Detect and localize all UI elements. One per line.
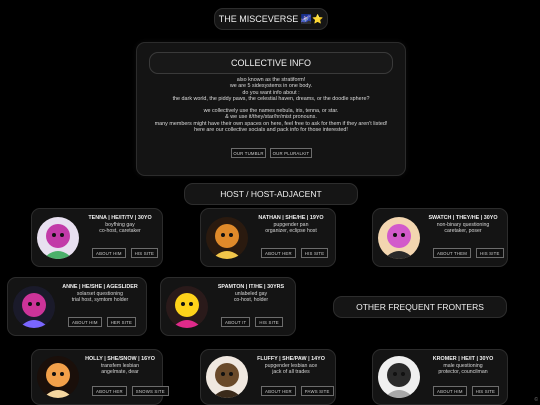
member-buttons: ABOUT HIM HIS SITE: [433, 386, 500, 396]
member-info: SPAMTON | IT/HE | 30YRS unlabeled gay co-h…: [211, 284, 291, 303]
member-buttons: ABOUT HIM HIS SITE: [92, 248, 159, 258]
member-avatar: [37, 217, 79, 259]
member-info: NATHAN | SHE/HE | 19YO pupgender pan organ…: [251, 215, 331, 234]
info-line: the dark world, the piddy paws, the cele…: [172, 95, 370, 102]
member-card: ANNE | HE/SHE | AGESLIDER solarset questi…: [7, 277, 147, 336]
member-info: SWATCH | THEY/HE | 30YO non-binary questi…: [423, 215, 503, 234]
member-avatar: [13, 286, 55, 328]
about-member-button[interactable]: ABOUT THEM: [433, 248, 472, 258]
other-fronters-heading: OTHER FREQUENT FRONTERS: [333, 296, 507, 318]
member-site-button[interactable]: HIS SITE: [130, 248, 159, 258]
member-site-button[interactable]: HIS SITE: [300, 248, 329, 258]
member-name: KROMER | HE/IT | 30YO: [432, 356, 494, 362]
member-avatar: [378, 217, 420, 259]
member-buttons: ABOUT HER HIS SITE: [261, 248, 329, 258]
member-avatar: [37, 356, 79, 398]
member-name: NATHAN | SHE/HE | 19YO: [258, 215, 324, 221]
member-buttons: ABOUT HER PAWS SITE: [261, 386, 334, 396]
member-name: FLUFFY | SHE/PAW | 14YO: [257, 356, 325, 362]
member-description: jack of all trades: [272, 368, 310, 375]
member-buttons: ABOUT HER SNOWS SITE: [92, 386, 169, 396]
member-info: FLUFFY | SHE/PAW | 14YO pupgender lesbian…: [251, 356, 331, 375]
member-site-button[interactable]: HIS SITE: [255, 317, 283, 327]
member-card: FLUFFY | SHE/PAW | 14YO pupgender lesbian…: [200, 349, 336, 405]
member-site-button[interactable]: HER SITE: [106, 317, 137, 327]
about-member-button[interactable]: ABOUT HER: [261, 386, 296, 396]
member-description: angelmate, dear: [101, 368, 139, 375]
member-site-button[interactable]: HIS SITE: [471, 386, 500, 396]
about-member-button[interactable]: ABOUT HER: [92, 386, 127, 396]
member-info: HOLLY | SHE/SNOW | 16YO transfem lesbian a…: [82, 356, 158, 375]
member-site-button[interactable]: PAWS SITE: [300, 386, 334, 396]
member-card: SPAMTON | IT/HE | 30YRS unlabeled gay co-h…: [160, 277, 296, 336]
member-name: ANNE | HE/SHE | AGESLIDER: [62, 284, 138, 290]
member-description: organizer, eclipse host: [265, 227, 317, 234]
our-pluralkit-button[interactable]: OUR PLURALKIT: [270, 148, 312, 158]
member-avatar: [206, 217, 248, 259]
member-name: TENNA | HE/IT/TV | 30YO: [88, 215, 152, 221]
member-description: caretaker, poser: [444, 227, 482, 234]
collective-info-heading: COLLECTIVE INFO: [149, 52, 393, 74]
about-member-button[interactable]: ABOUT HIM: [92, 248, 126, 258]
about-member-button[interactable]: ABOUT HIM: [433, 386, 467, 396]
member-info: KROMER | HE/IT | 30YO male questioning pro…: [423, 356, 503, 375]
about-member-button[interactable]: ABOUT HIM: [68, 317, 102, 327]
member-info: TENNA | HE/IT/TV | 30YO boyfhing gay co-ho…: [82, 215, 158, 234]
member-avatar: [378, 356, 420, 398]
member-card: SWATCH | THEY/HE | 30YO non-binary questi…: [372, 208, 508, 267]
member-name: SPAMTON | IT/HE | 30YRS: [217, 284, 285, 290]
member-buttons: ABOUT IT HIS SITE: [221, 317, 283, 327]
member-name: SWATCH | THEY/HE | 30YO: [428, 215, 498, 221]
collective-info-panel: COLLECTIVE INFO also known as the strati…: [136, 42, 406, 176]
site-title: THE MISCEVERSE 🌌⭐: [214, 8, 328, 30]
member-site-button[interactable]: SNOWS SITE: [131, 386, 169, 396]
collective-info-text: also known as the stratiform! we are 5 s…: [137, 77, 405, 133]
member-card: NATHAN | SHE/HE | 19YO pupgender pan organ…: [200, 208, 336, 267]
about-member-button[interactable]: ABOUT HER: [261, 248, 296, 258]
member-info: ANNE | HE/SHE | AGESLIDER solarset questi…: [58, 284, 142, 303]
info-line: here are our collective socials and pack…: [194, 127, 348, 134]
our-tumblr-button[interactable]: OUR TUMBLR: [231, 148, 266, 158]
member-description: co-host, holder: [233, 296, 269, 303]
member-description: protector, councilman: [438, 368, 488, 375]
about-member-button[interactable]: ABOUT IT: [221, 317, 251, 327]
copyright-icon: ©: [534, 397, 538, 403]
member-card: HOLLY | SHE/SNOW | 16YO transfem lesbian a…: [31, 349, 169, 405]
member-card: KROMER | HE/IT | 30YO male questioning pro…: [372, 349, 508, 405]
member-avatar: [166, 286, 208, 328]
member-avatar: [206, 356, 248, 398]
member-description: trial host, symtom holder: [71, 296, 129, 303]
member-description: co-host, caretaker: [99, 227, 141, 234]
member-buttons: ABOUT HIM HER SITE: [68, 317, 137, 327]
member-site-button[interactable]: HIS SITE: [476, 248, 504, 258]
member-buttons: ABOUT THEM HIS SITE: [433, 248, 504, 258]
member-card: TENNA | HE/IT/TV | 30YO boyfhing gay co-ho…: [31, 208, 163, 267]
host-section-heading: HOST / HOST-ADJACENT: [184, 183, 358, 205]
member-name: HOLLY | SHE/SNOW | 16YO: [85, 356, 155, 362]
